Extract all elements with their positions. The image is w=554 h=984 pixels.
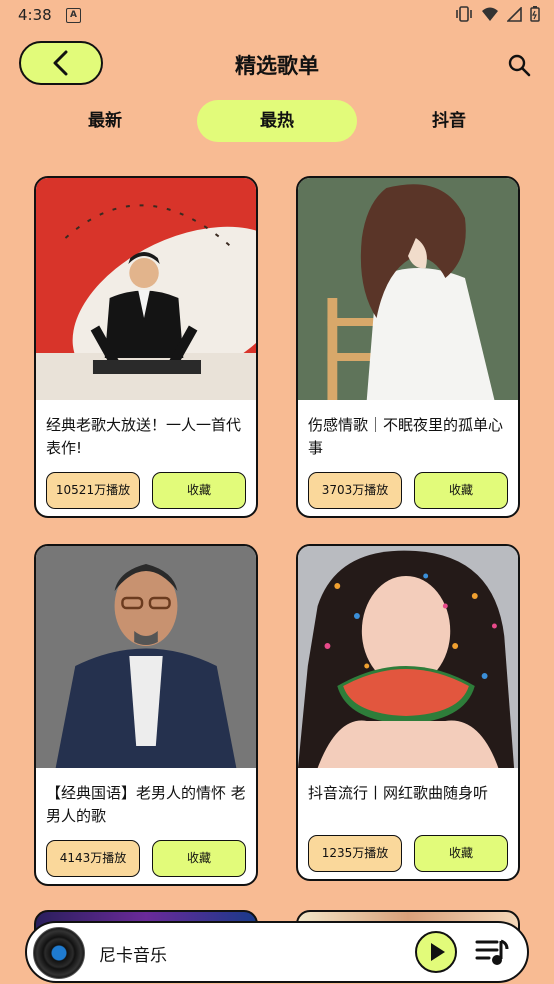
playlist-card[interactable]: 抖音流行丨网红歌曲随身听 1235万播放 收藏 [296, 544, 520, 881]
tab-hottest[interactable]: 最热 [197, 100, 357, 142]
status-bar: 4:38 A [0, 0, 554, 32]
status-time: 4:38 [18, 6, 52, 24]
playlist-title: 【经典国语】老男人的情怀 老男人的歌 [46, 784, 246, 825]
playlist-cover[interactable] [36, 546, 256, 768]
mini-player[interactable]: 尼卡音乐 [25, 921, 529, 983]
notification-a-icon: A [66, 8, 81, 23]
play-count-badge: 4143万播放 [46, 840, 140, 877]
vibrate-icon [456, 6, 472, 22]
playlist-card[interactable]: 【经典国语】老男人的情怀 老男人的歌 4143万播放 收藏 [34, 544, 258, 886]
favorite-button[interactable]: 收藏 [414, 472, 508, 509]
tab-douyin[interactable]: 抖音 [370, 100, 528, 142]
now-playing-title: 尼卡音乐 [99, 946, 167, 966]
playlist-queue-icon[interactable] [475, 937, 509, 967]
status-icons [455, 6, 540, 22]
tab-bar: 最新 最热 抖音 [0, 100, 554, 142]
playlist-title: 经典老歌大放送！一人一首代表作! [46, 416, 242, 457]
playlist-card[interactable]: 经典老歌大放送！一人一首代表作! 10521万播放 收藏 [34, 176, 258, 518]
play-button[interactable] [415, 931, 457, 973]
play-icon [431, 943, 445, 961]
playlist-cover[interactable] [298, 178, 518, 400]
favorite-button[interactable]: 收藏 [414, 835, 508, 872]
play-count-badge: 1235万播放 [308, 835, 402, 872]
playlist-cover[interactable] [36, 178, 256, 400]
play-count-badge: 10521万播放 [46, 472, 140, 509]
playlist-card[interactable]: 伤感情歌｜不眠夜里的孤单心事 3703万播放 收藏 [296, 176, 520, 518]
vinyl-disc-icon [33, 927, 85, 979]
wifi-icon [482, 7, 498, 21]
tab-newest[interactable]: 最新 [26, 100, 184, 142]
signal-icon [507, 6, 522, 22]
favorite-button[interactable]: 收藏 [152, 840, 246, 877]
playlist-title: 抖音流行丨网红歌曲随身听 [308, 784, 489, 802]
page-title: 精选歌单 [235, 54, 319, 78]
play-count-badge: 3703万播放 [308, 472, 402, 509]
battery-icon [530, 6, 540, 22]
favorite-button[interactable]: 收藏 [152, 472, 246, 509]
playlist-title: 伤感情歌｜不眠夜里的孤单心事 [308, 416, 504, 457]
playlist-cover[interactable] [298, 546, 518, 768]
search-icon[interactable] [506, 52, 532, 78]
